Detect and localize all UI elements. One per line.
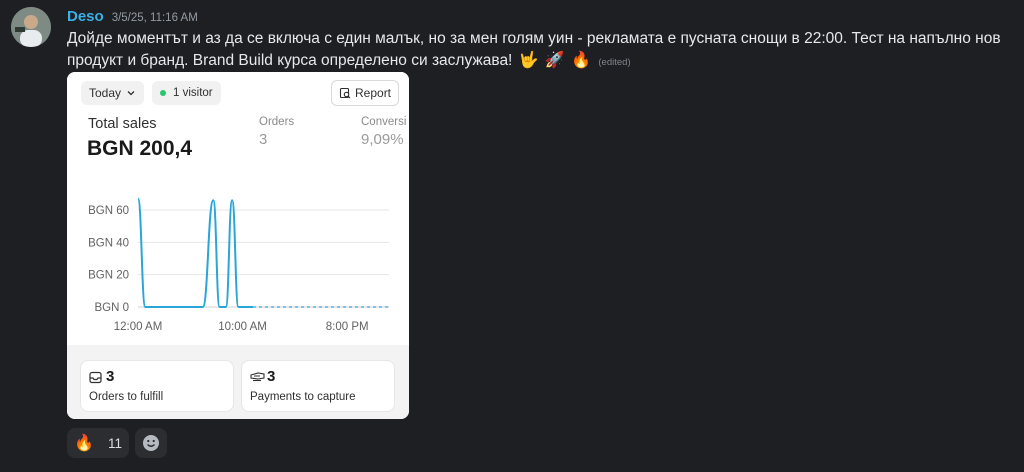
total-sales-value: BGN 200,4	[87, 137, 193, 160]
fire-reaction-button[interactable]: 🔥 11	[67, 428, 129, 458]
sales-chart: BGN 60 BGN 40 BGN 20 BGN 0 12:00 AM 10:00 AM 8…	[88, 197, 389, 333]
conversion-label: Conversi	[361, 116, 407, 128]
shop-analytics-screenshot[interactable]: Today 1 visitor Report Total sales BGN 2…	[67, 72, 409, 419]
y-tick-label: BGN 40	[88, 237, 129, 249]
y-tick-label: BGN 60	[88, 205, 129, 217]
conversion-value: 9,09%	[361, 131, 404, 148]
sales-series-line	[137, 197, 254, 308]
chat-message: Deso 3/5/25, 11:16 AM Дойде моментът и а…	[0, 0, 1024, 472]
payments-to-capture-count: 3	[267, 368, 276, 385]
orders-label: Orders	[259, 116, 295, 128]
timestamp: 3/5/25, 11:16 AM	[111, 12, 198, 24]
rock-hand-emoji: 🤟	[518, 52, 539, 69]
orders-value: 3	[259, 131, 268, 148]
orders-to-fulfill-card[interactable]: 3 Orders to fulfill	[80, 360, 234, 412]
payment-icon	[250, 372, 265, 382]
payments-to-capture-label: Payments to capture	[250, 391, 356, 403]
message-header: Deso 3/5/25, 11:16 AM	[67, 8, 198, 25]
x-tick-label: 8:00 PM	[326, 321, 369, 333]
fire-emoji: 🔥	[74, 435, 94, 452]
chevron-down-icon	[127, 91, 135, 96]
period-dropdown[interactable]: Today	[81, 81, 145, 105]
total-sales-label: Total sales	[88, 116, 157, 132]
y-tick-label: BGN 20	[88, 270, 129, 282]
add-reaction-button[interactable]	[135, 428, 167, 458]
smiley-add-icon	[143, 435, 159, 451]
avatar[interactable]	[11, 7, 51, 47]
reaction-count: 11	[107, 435, 122, 451]
orders-to-fulfill-label: Orders to fulfill	[89, 391, 164, 403]
x-tick-label: 10:00 AM	[218, 321, 267, 333]
inbox-icon	[89, 371, 102, 384]
tasks-section: 3 Orders to fulfill 3 Payments to captur…	[67, 345, 409, 419]
message-content: Дойде моментът и аз да се включа с един …	[67, 28, 1017, 74]
edited-label: (edited)	[598, 57, 631, 68]
y-tick-label: BGN 0	[94, 302, 129, 314]
fire-emoji: 🔥	[571, 52, 592, 69]
analytics-panel: Today 1 visitor Report Total sales BGN 2…	[67, 72, 409, 345]
orders-to-fulfill-count: 3	[106, 368, 115, 385]
period-label: Today	[89, 86, 122, 100]
live-dot-icon	[160, 90, 166, 96]
report-button[interactable]: Report	[331, 80, 400, 106]
payments-to-capture-card[interactable]: 3 Payments to capture	[241, 360, 395, 412]
rocket-emoji: 🚀	[544, 52, 565, 69]
username[interactable]: Deso	[67, 8, 104, 25]
report-icon	[339, 87, 351, 99]
report-label: Report	[355, 86, 392, 100]
visitor-chip[interactable]: 1 visitor	[152, 81, 221, 105]
x-tick-label: 12:00 AM	[114, 321, 163, 333]
visitor-count: 1 visitor	[173, 87, 213, 99]
